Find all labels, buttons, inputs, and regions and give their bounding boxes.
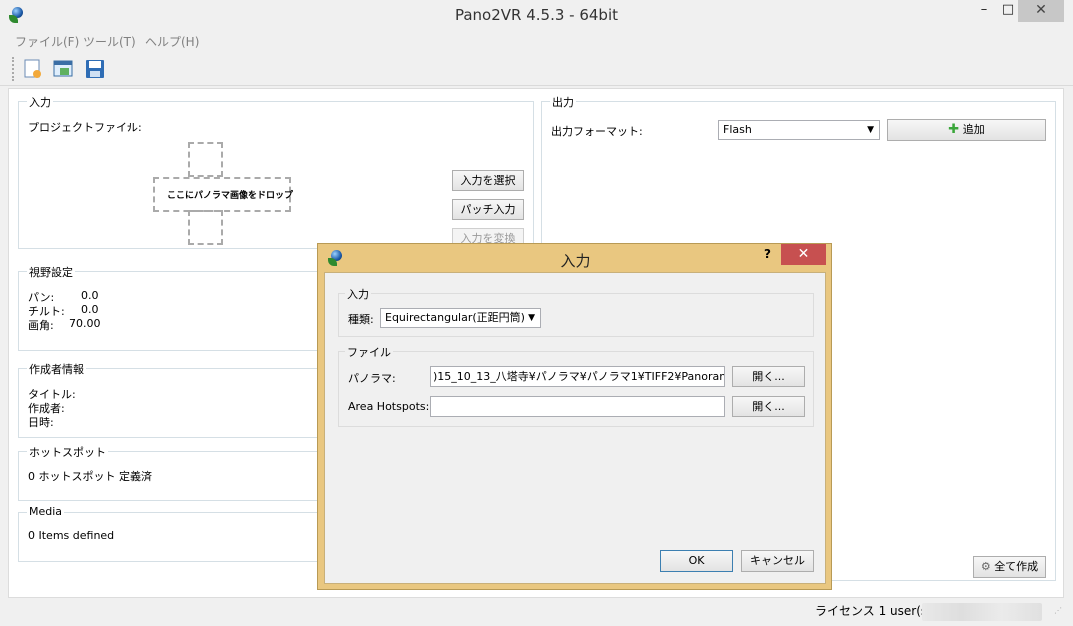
output-format-label: 出力フォーマット:	[551, 125, 643, 138]
minimize-button[interactable]: –	[974, 0, 994, 22]
title-bar: Pano2VR 4.5.3 - 64bit – □ ✕	[0, 0, 1073, 31]
license-text: ライセンス 1 user(s):	[815, 604, 936, 618]
open-panorama-button[interactable]: 開く...	[732, 366, 805, 387]
panorama-path-input[interactable]: )15_10_13_八塔寺¥パノラマ¥パノラマ1¥TIFF2¥Panorama1…	[430, 366, 725, 387]
chevron-down-icon: ▼	[867, 125, 874, 135]
tilt-value: 0.0	[81, 303, 99, 316]
dialog-title: 入力	[560, 252, 591, 270]
input-group-title: 入力	[27, 94, 53, 110]
plus-icon: ✚	[948, 122, 960, 137]
save-icon[interactable]	[84, 58, 106, 80]
author-title: 作成者情報	[27, 361, 86, 377]
drop-text: ここにパノラマ画像をドロップ	[167, 191, 294, 201]
project-file-value: -	[127, 119, 131, 132]
dialog-body: 入力 種類: Equirectangular(正距円筒) ▼ ファイル パノラマ:…	[324, 272, 826, 584]
close-button[interactable]: ✕	[1018, 0, 1064, 22]
resize-grip-icon[interactable]: ⋰	[1054, 606, 1062, 615]
media-title: Media	[27, 505, 65, 518]
author-date-label: 日時:	[28, 416, 54, 429]
fov-value: 70.00	[69, 317, 101, 330]
gears-icon: ⚙	[980, 560, 991, 573]
new-project-icon[interactable]	[22, 58, 44, 80]
window-title: Pano2VR 4.5.3 - 64bit	[454, 6, 618, 24]
dialog-close-button[interactable]: ✕	[781, 244, 826, 265]
author-group: 作成者情報 タイトル: 作成者: 日時:	[18, 361, 318, 438]
cancel-button[interactable]: キャンセル	[741, 550, 814, 572]
toolbar	[0, 52, 1073, 86]
select-input-button[interactable]: 入力を選択	[452, 170, 524, 191]
menu-bar: ファイル(F) ツール(T) ヘルプ(H)	[0, 31, 1073, 51]
add-output-button[interactable]: ✚ 追加	[887, 119, 1046, 141]
chevron-down-icon: ▼	[528, 313, 535, 323]
menu-tools[interactable]: ツール(T)	[83, 33, 136, 50]
drop-zone[interactable]: ここにパノラマ画像をドロップ	[153, 142, 293, 246]
hotspot-group: ホットスポット 0 ホットスポット 定義済	[18, 444, 318, 501]
output-format-select[interactable]: Flash ▼	[718, 120, 880, 140]
project-file-label: プロジェクトファイル:	[28, 121, 142, 134]
hotspot-count: 0 ホットスポット 定義済	[28, 470, 152, 483]
fov-label: 画角:	[28, 319, 54, 332]
menu-help[interactable]: ヘルプ(H)	[145, 33, 199, 50]
patch-input-button[interactable]: パッチ入力	[452, 199, 524, 220]
media-group: Media 0 Items defined	[18, 505, 318, 562]
help-icon[interactable]: ?	[764, 247, 771, 261]
input-dialog: 入力 ? ✕ 入力 種類: Equirectangular(正距円筒) ▼ ファイ…	[317, 243, 832, 590]
toolbar-grip[interactable]	[12, 57, 14, 81]
open-project-icon[interactable]	[52, 58, 74, 80]
open-area-hotspots-button[interactable]: 開く...	[732, 396, 805, 417]
view-settings-title: 視野設定	[27, 264, 75, 280]
dialog-input-group: 入力 種類: Equirectangular(正距円筒) ▼	[338, 286, 814, 337]
type-label: 種類:	[348, 313, 374, 326]
dialog-file-group: ファイル パノラマ: )15_10_13_八塔寺¥パノラマ¥パノラマ1¥TIFF…	[338, 344, 814, 427]
menu-file[interactable]: ファイル(F)	[15, 33, 79, 50]
status-bar: ライセンス 1 user(s): ⋰	[0, 598, 1073, 626]
input-group: 入力 プロジェクトファイル: - ここにパノラマ画像をドロップ 入力を選択 パッ…	[18, 94, 534, 249]
area-hotspots-input[interactable]	[430, 396, 725, 417]
media-count: 0 Items defined	[28, 529, 115, 542]
dialog-file-title: ファイル	[345, 344, 393, 360]
license-user-redacted	[922, 603, 1042, 621]
dialog-input-title: 入力	[345, 286, 371, 302]
maximize-button[interactable]: □	[998, 0, 1018, 22]
panorama-label: パノラマ:	[348, 372, 396, 385]
hotspot-title: ホットスポット	[27, 444, 108, 460]
ok-button[interactable]: OK	[660, 550, 733, 572]
output-title: 出力	[550, 94, 576, 110]
build-all-button[interactable]: ⚙ 全て作成	[973, 556, 1046, 578]
type-select[interactable]: Equirectangular(正距円筒) ▼	[380, 308, 541, 328]
view-settings-group: 視野設定 パン: 0.0 チルト: 0.0 画角: 70.00	[18, 264, 318, 351]
pan-value: 0.0	[81, 289, 99, 302]
area-hotspots-label: Area Hotspots:	[348, 400, 430, 413]
